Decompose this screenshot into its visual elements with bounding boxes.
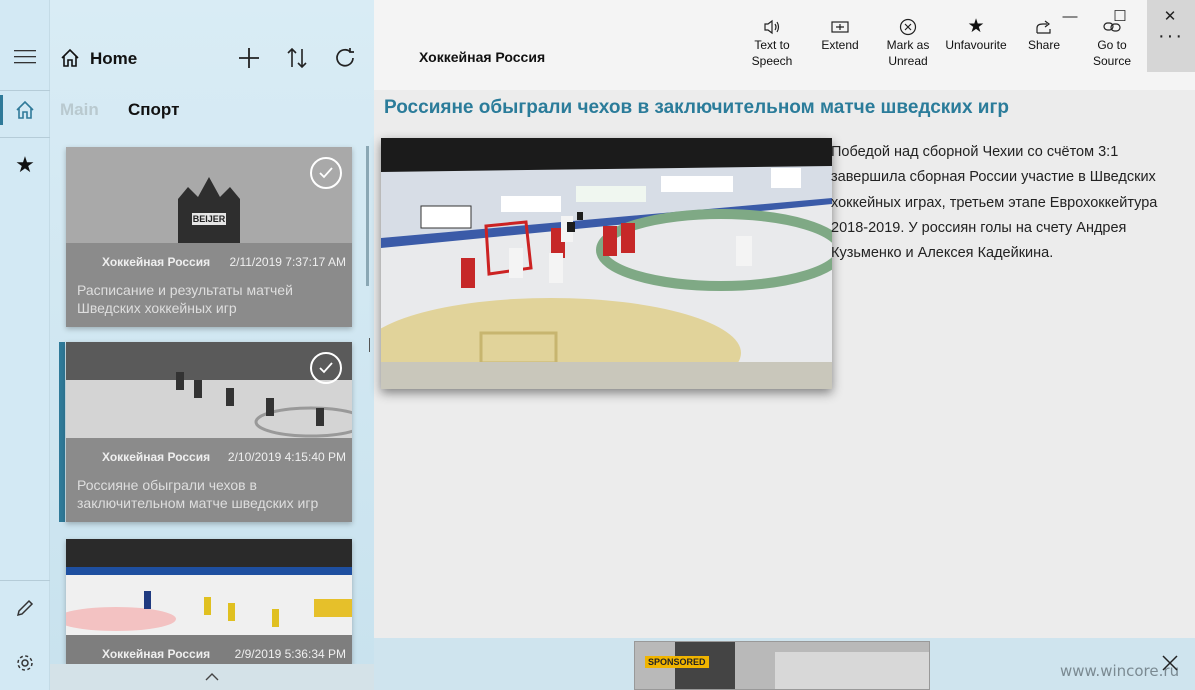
rail-home-button[interactable] <box>0 87 50 133</box>
card-thumbnail <box>66 539 352 635</box>
rail-favourites-button[interactable]: ★ <box>0 142 50 188</box>
hockey-game-photo <box>361 138 846 408</box>
command-label: Unfavourite <box>945 38 1007 52</box>
window-controls: — ☐ ✕ <box>1045 0 1195 32</box>
command-label: Go to <box>1097 38 1127 52</box>
circle-x-icon <box>899 18 917 36</box>
add-feed-button[interactable] <box>233 42 265 74</box>
command-label: Share <box>1027 38 1061 52</box>
selected-card-indicator <box>59 342 65 522</box>
extend-button[interactable]: Extend <box>805 18 875 53</box>
article-card[interactable]: BEIJER Хоккейная Россия 2/11/2019 7:37:1… <box>66 147 352 327</box>
feed-tabs: Main Спорт <box>50 90 374 130</box>
read-check-indicator <box>310 352 342 384</box>
card-source: Хоккейная Россия <box>102 255 211 269</box>
card-meta: Хоккейная Россия 2/11/2019 7:37:17 AM <box>66 255 352 271</box>
nav-rail: ★ <box>0 0 50 690</box>
card-title: Расписание и результаты матчей Шведских … <box>77 282 293 316</box>
feed-scrollbar[interactable] <box>366 146 369 286</box>
command-label: Source <box>1092 54 1132 68</box>
home-icon <box>61 48 79 67</box>
article-image <box>361 138 846 408</box>
minimize-button[interactable]: — <box>1045 0 1095 32</box>
card-thumbnail <box>66 342 352 438</box>
card-source: Хоккейная Россия <box>102 450 211 464</box>
command-label: Extend <box>821 38 859 52</box>
card-thumbnail: BEIJER <box>66 147 352 243</box>
command-label: Mark as <box>886 38 930 52</box>
refresh-button[interactable] <box>329 42 361 74</box>
speaker-icon <box>764 19 780 35</box>
article-title: Россияне обыграли чехов в заключительном… <box>384 97 1009 118</box>
command-label: Unread <box>888 54 928 68</box>
unfavourite-button[interactable]: ★ Unfavourite <box>941 16 1011 53</box>
hockey-rink-image <box>66 342 352 438</box>
rail-settings-button[interactable] <box>0 640 50 686</box>
reading-pane: Хоккейная Россия Text to Speech Extend M… <box>361 0 1195 638</box>
hockey-rink-image <box>66 539 352 635</box>
logo-text: BEIJER <box>192 214 226 224</box>
card-source: Хоккейная Россия <box>102 647 211 661</box>
rail-divider <box>0 137 50 138</box>
chevron-up-icon <box>205 673 219 681</box>
text-to-speech-button[interactable]: Text to Speech <box>737 18 807 69</box>
gear-icon <box>17 655 33 671</box>
article-body: Победой над сборной Чехии со счётом 3:1 … <box>831 144 1158 262</box>
command-label: Speech <box>751 54 793 68</box>
pencil-icon <box>16 599 34 617</box>
sponsored-ad[interactable]: SPONSORED <box>634 641 930 690</box>
tab-main[interactable]: Main <box>60 100 99 120</box>
hamburger-menu-button[interactable] <box>0 34 50 80</box>
refresh-icon <box>336 48 354 67</box>
feed-list-panel: Home Main Спорт BEIJER Хоккейная Россия … <box>50 0 374 690</box>
card-meta: Хоккейная Россия 2/10/2019 4:15:40 PM <box>66 450 352 466</box>
checkmark-icon <box>319 167 333 179</box>
card-date: 2/9/2019 5:36:34 PM <box>234 647 346 661</box>
ad-bar: SPONSORED www.wincore.ru <box>374 638 1195 690</box>
card-meta: Хоккейная Россия 2/9/2019 5:36:34 PM <box>66 647 352 663</box>
feed-name: Хоккейная Россия <box>419 49 546 65</box>
sponsored-tag: SPONSORED <box>645 656 709 668</box>
extend-icon <box>831 21 849 33</box>
close-icon <box>1162 655 1178 671</box>
rail-edit-button[interactable] <box>0 585 50 631</box>
command-label: Text to <box>754 38 790 52</box>
close-window-button[interactable]: ✕ <box>1145 0 1195 32</box>
article-card-selected[interactable]: Хоккейная Россия 2/10/2019 4:15:40 PM Ро… <box>66 342 352 522</box>
card-date: 2/11/2019 7:37:17 AM <box>229 255 346 269</box>
star-filled-icon: ★ <box>967 16 985 37</box>
maximize-button[interactable]: ☐ <box>1095 0 1145 32</box>
tab-sport[interactable]: Спорт <box>128 100 179 120</box>
checkmark-icon <box>319 362 333 374</box>
card-date: 2/10/2019 4:15:40 PM <box>227 450 346 464</box>
scroll-to-top-button[interactable] <box>50 664 374 690</box>
beijer-logo-image <box>178 177 240 243</box>
close-ad-button[interactable] <box>1158 651 1182 675</box>
card-title: Россияне обыграли чехов в заключительном… <box>77 477 319 511</box>
read-check-indicator <box>310 157 342 189</box>
feed-header: Home <box>50 0 374 90</box>
sort-icon <box>287 47 307 69</box>
hamburger-icon <box>14 50 36 64</box>
home-label: Home <box>90 49 138 68</box>
home-icon <box>16 100 34 119</box>
star-icon: ★ <box>15 152 35 177</box>
sort-button[interactable] <box>281 42 313 74</box>
plus-icon <box>239 48 259 68</box>
mark-as-unread-button[interactable]: Mark as Unread <box>873 18 943 69</box>
rail-divider <box>0 580 50 581</box>
article-card[interactable]: Хоккейная Россия 2/9/2019 5:36:34 PM <box>66 539 352 664</box>
